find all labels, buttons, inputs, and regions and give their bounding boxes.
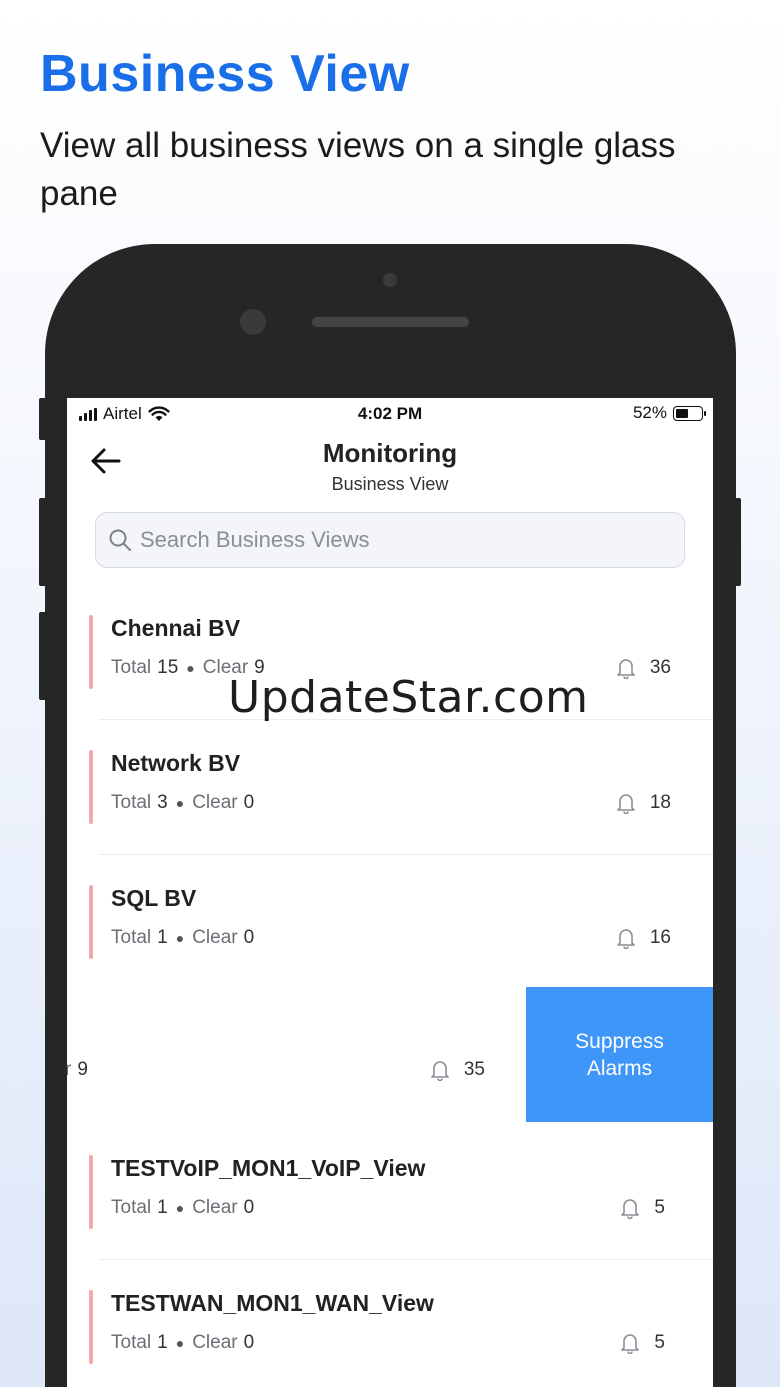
alarm-value: 16 (649, 927, 671, 948)
status-accent-bar (89, 615, 93, 689)
list-item[interactable]: TESTVoIP_MON1_VoIP_View Total 1 ● Clear 0 5 (67, 1125, 713, 1260)
total-value: 1 (157, 1332, 168, 1353)
alarm-value: 5 (654, 1332, 665, 1353)
status-accent-bar (89, 750, 93, 824)
list-item-swiped[interactable]: r9 35 Suppress Alarms (67, 987, 713, 1122)
status-accent-bar (89, 885, 93, 959)
business-view-name: TESTWAN_MON1_WAN_View (111, 1290, 434, 1316)
search-icon (109, 529, 131, 551)
business-view-counts: Total 1 ● Clear 0 (111, 927, 255, 948)
business-view-counts: Total 1 ● Clear 0 (111, 1332, 255, 1353)
business-view-name: Network BV (111, 750, 241, 776)
suppress-alarms-button[interactable]: Suppress Alarms (526, 987, 713, 1122)
total-value: 1 (157, 1197, 168, 1218)
status-bar: Airtel 4:02 PM 52% (67, 398, 713, 430)
total-value: 3 (157, 792, 168, 813)
suppress-alarms-label: Suppress Alarms (575, 1029, 664, 1080)
clear-label: Clear (192, 927, 238, 948)
alarm-count: 36 (616, 657, 671, 679)
total-value: 1 (157, 927, 168, 948)
page-title: Monitoring (322, 438, 458, 468)
alarm-value: 36 (649, 657, 671, 678)
list-item[interactable]: SQL BV Total 1 ● Clear 0 16 (67, 855, 713, 990)
clear-label-partial: r (67, 1059, 72, 1080)
business-view-counts: Total 3 ● Clear 0 (111, 792, 255, 813)
status-accent-bar (89, 1290, 93, 1364)
status-accent-bar (89, 1155, 93, 1229)
search-input[interactable] (140, 527, 660, 553)
clear-value: 0 (243, 1332, 255, 1353)
total-label: Total (111, 792, 152, 813)
alarm-count: 5 (620, 1332, 665, 1354)
business-view-name: Chennai BV (111, 615, 241, 641)
swiped-row-content: r9 35 (67, 987, 527, 1122)
clear-label: Clear (192, 792, 238, 813)
bell-icon (617, 929, 635, 949)
promo-headline: Business View (40, 45, 410, 103)
clear-label: Clear (192, 1332, 238, 1353)
total-label: Total (111, 657, 152, 678)
watermark: UpdateStar.com (228, 672, 589, 723)
business-view-counts: r9 (67, 1059, 88, 1081)
business-view-name: TESTVoIP_MON1_VoIP_View (111, 1155, 426, 1181)
business-view-counts: Total 1 ● Clear 0 (111, 1197, 255, 1218)
phone-speaker (312, 317, 469, 327)
promo-subline: View all business views on a single glas… (40, 126, 676, 213)
alarm-value: 35 (463, 1059, 485, 1080)
battery-icon (673, 405, 706, 421)
alarm-count: 16 (616, 927, 671, 949)
status-time: 4:02 PM (357, 404, 423, 423)
total-label: Total (111, 927, 152, 948)
alarm-count: 35 (430, 1059, 485, 1081)
clear-value: 9 (77, 1059, 88, 1080)
alarm-value: 18 (649, 792, 671, 813)
alarm-value: 5 (654, 1197, 665, 1218)
phone-camera (240, 309, 266, 335)
bell-icon (621, 1334, 640, 1354)
total-label: Total (111, 1332, 152, 1353)
alarm-count: 5 (620, 1197, 665, 1219)
clear-value: 0 (243, 792, 255, 813)
list-item[interactable]: TESTWAN_MON1_WAN_View Total 1 ● Clear 0 5 (67, 1260, 713, 1387)
bell-icon (621, 1199, 640, 1219)
bell-icon (617, 659, 635, 679)
total-value: 15 (157, 657, 179, 678)
bell-icon (431, 1061, 449, 1081)
clear-value: 0 (243, 1197, 255, 1218)
bell-icon (617, 794, 635, 814)
battery-percent: 52% (632, 403, 667, 422)
alarm-count: 18 (616, 792, 671, 814)
search-bar[interactable] (95, 512, 685, 568)
phone-sensor (383, 273, 397, 287)
page-subtitle: Business View (331, 474, 449, 494)
list-item[interactable]: Network BV Total 3 ● Clear 0 18 (67, 720, 713, 855)
clear-value: 0 (243, 927, 255, 948)
clear-label: Clear (192, 1197, 238, 1218)
phone-screen: Airtel 4:02 PM 52% Monitoring Business V… (67, 398, 713, 1387)
total-label: Total (111, 1197, 152, 1218)
business-view-name: SQL BV (111, 885, 197, 911)
